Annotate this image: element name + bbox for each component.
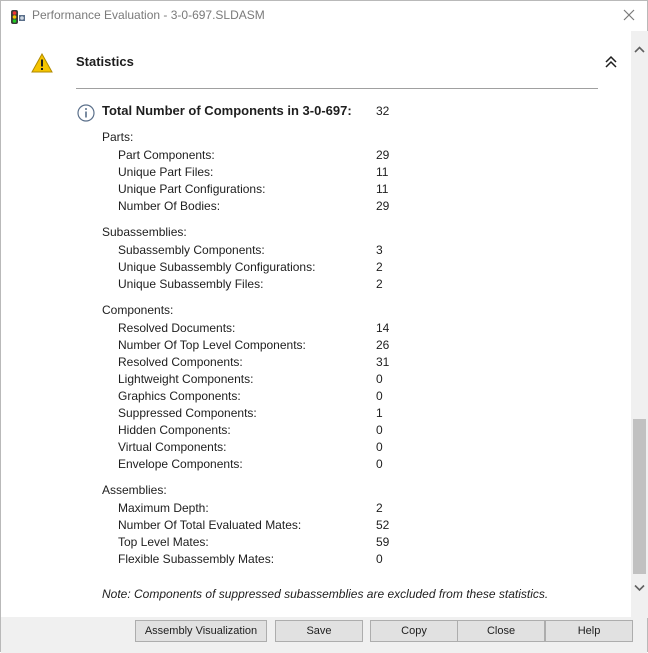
stat-value: 11 xyxy=(376,165,389,179)
total-components-label: Total Number of Components in 3-0-697: xyxy=(102,103,352,118)
stat-label: Maximum Depth: xyxy=(118,501,209,515)
stat-label: Number Of Total Evaluated Mates: xyxy=(118,518,302,532)
stat-label: Unique Part Files: xyxy=(118,165,214,179)
performance-evaluation-window: Performance Evaluation - 3-0-697.SLDASM … xyxy=(0,0,648,653)
stat-value: 59 xyxy=(376,535,390,549)
stat-label: Number Of Top Level Components: xyxy=(118,338,306,352)
stat-value: 31 xyxy=(376,355,390,369)
stat-value: 0 xyxy=(376,372,383,386)
stat-label: Unique Part Configurations: xyxy=(118,182,266,196)
stat-value: 29 xyxy=(376,199,390,213)
scrollbar-thumb[interactable] xyxy=(633,419,646,574)
stat-value: 11 xyxy=(376,182,389,196)
stat-label: Suppressed Components: xyxy=(118,406,257,420)
stat-value: 52 xyxy=(376,518,390,532)
stat-label: Lightweight Components: xyxy=(118,372,254,386)
stat-label: Hidden Components: xyxy=(118,423,231,437)
group-heading-components: Components: xyxy=(102,303,174,317)
copy-button[interactable]: Copy xyxy=(370,620,458,642)
stat-label: Unique Subassembly Configurations: xyxy=(118,260,316,274)
stat-value: 0 xyxy=(376,440,383,454)
stat-value: 0 xyxy=(376,389,383,403)
stat-label: Unique Subassembly Files: xyxy=(118,277,264,291)
scroll-up-arrow-icon[interactable] xyxy=(631,41,648,58)
stat-value: 0 xyxy=(376,457,383,471)
stat-value: 2 xyxy=(376,260,383,274)
group-heading-parts: Parts: xyxy=(102,130,134,144)
stat-label: Resolved Components: xyxy=(118,355,243,369)
stat-label: Part Components: xyxy=(118,148,215,162)
stat-label: Flexible Subassembly Mates: xyxy=(118,552,275,566)
stat-value: 29 xyxy=(376,148,390,162)
warning-icon xyxy=(31,53,53,73)
app-icon xyxy=(11,10,25,24)
stat-label: Graphics Components: xyxy=(118,389,241,403)
exclusion-note: Note: Components of suppressed subassemb… xyxy=(102,587,549,601)
stat-value: 26 xyxy=(376,338,390,352)
stat-label: Number Of Bodies: xyxy=(118,199,221,213)
double-chevron-up-icon[interactable] xyxy=(602,53,620,71)
close-button[interactable]: Close xyxy=(457,620,545,642)
window-title: Performance Evaluation - 3-0-697.SLDASM xyxy=(32,8,265,22)
stat-value: 14 xyxy=(376,321,390,335)
stat-value: 2 xyxy=(376,277,383,291)
stat-value: 0 xyxy=(376,423,383,437)
stat-value: 2 xyxy=(376,501,383,515)
scroll-down-arrow-icon[interactable] xyxy=(631,579,648,596)
group-heading-subassemblies: Subassemblies: xyxy=(102,225,187,239)
stat-label: Subassembly Components: xyxy=(118,243,265,257)
stat-value: 0 xyxy=(376,552,383,566)
stat-label: Envelope Components: xyxy=(118,457,243,471)
info-icon xyxy=(77,104,95,122)
help-button[interactable]: Help xyxy=(545,620,633,642)
statistics-panel: Statistics Total Number of Components in… xyxy=(1,31,631,617)
vertical-scrollbar[interactable] xyxy=(631,31,648,618)
group-heading-assemblies: Assemblies: xyxy=(102,483,167,497)
stat-label: Resolved Documents: xyxy=(118,321,236,335)
stat-value: 3 xyxy=(376,243,383,257)
section-title: Statistics xyxy=(76,54,134,69)
title-bar: Performance Evaluation - 3-0-697.SLDASM xyxy=(1,1,647,31)
stat-label: Top Level Mates: xyxy=(118,535,209,549)
stat-value: 1 xyxy=(376,406,383,420)
stat-label: Virtual Components: xyxy=(118,440,227,454)
button-bar: Assembly Visualization Save Copy Close H… xyxy=(1,617,647,653)
total-components-value: 32 xyxy=(376,104,390,118)
save-button[interactable]: Save xyxy=(275,620,363,642)
divider xyxy=(76,88,598,89)
close-icon[interactable] xyxy=(619,5,639,25)
assembly-visualization-button[interactable]: Assembly Visualization xyxy=(135,620,267,642)
